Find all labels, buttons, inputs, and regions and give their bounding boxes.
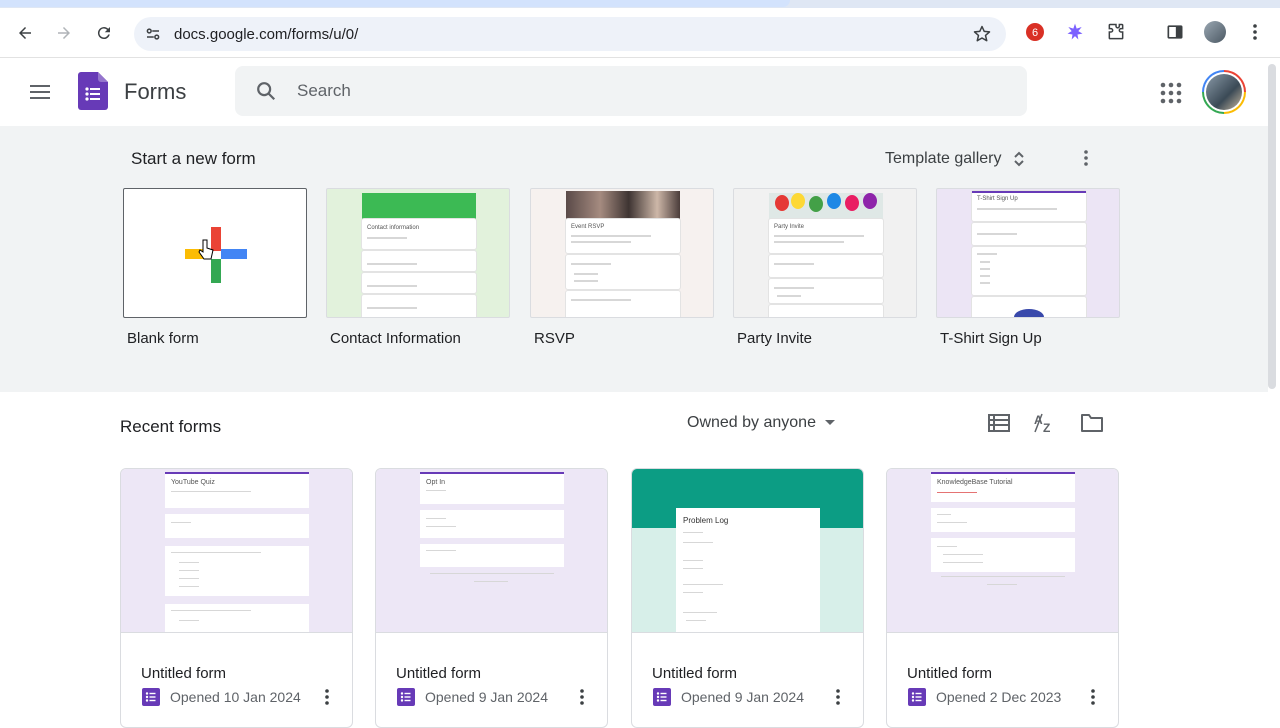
template-tshirt-sign-up[interactable]: T-Shirt Sign Up T-Shirt Sign Up [936, 188, 1120, 347]
browser-toolbar: docs.google.com/forms/u/0/ 6 [0, 8, 1280, 58]
preview-title: YouTube Quiz [171, 479, 215, 486]
form-meta: Opened 9 Jan 2024 [652, 687, 804, 707]
preview-title: Problem Log [683, 516, 729, 525]
template-label: Party Invite [737, 330, 813, 347]
owner-filter-dropdown[interactable]: Owned by anyone [687, 411, 836, 435]
template-gallery-label: Template gallery [885, 150, 1002, 167]
forms-file-icon [908, 688, 926, 706]
preview-title: T-Shirt Sign Up [977, 196, 1018, 202]
extension-badge-count: 6 [1032, 27, 1038, 39]
colorful-plus-icon [185, 227, 247, 283]
template-rsvp[interactable]: Event RSVP RSVP [530, 188, 714, 347]
form-more-icon[interactable] [826, 685, 850, 709]
back-icon[interactable] [11, 19, 39, 47]
form-more-icon[interactable] [1081, 685, 1105, 709]
forms-file-icon [653, 688, 671, 706]
recent-form-card[interactable]: Opt In Untitled form Opened 9 Jan 2024 [375, 468, 608, 728]
list-view-icon[interactable] [986, 410, 1012, 436]
dropdown-arrow-icon [824, 420, 835, 425]
extension-badge-icon[interactable]: 6 [1023, 20, 1047, 44]
blank-form-thumbnail[interactable] [123, 188, 307, 318]
main-menu-icon[interactable] [26, 80, 54, 104]
site-info-icon[interactable] [144, 25, 162, 48]
preview-title: Contact information [367, 225, 420, 231]
side-panel-icon[interactable] [1163, 20, 1187, 44]
form-thumbnail[interactable]: Opt In [376, 469, 607, 633]
rsvp-thumbnail[interactable]: Event RSVP [530, 188, 714, 318]
forward-icon[interactable] [50, 19, 78, 47]
folder-icon[interactable] [1079, 410, 1105, 436]
url-text: docs.google.com/forms/u/0/ [174, 26, 359, 43]
opened-date: Opened 9 Jan 2024 [425, 689, 548, 705]
start-new-form-heading: Start a new form [131, 149, 256, 168]
recent-form-card[interactable]: Problem Log Untitled form Opened 9 Jan 2… [631, 468, 864, 728]
form-name[interactable]: Untitled form [396, 665, 481, 682]
opened-date: Opened 9 Jan 2024 [681, 689, 804, 705]
template-section: Start a new form Template gallery Blank … [0, 126, 1268, 392]
form-thumbnail[interactable]: Problem Log [632, 469, 863, 633]
template-contact-information[interactable]: Contact information Contact Information [326, 188, 510, 347]
google-apps-icon[interactable] [1160, 82, 1182, 104]
form-more-icon[interactable] [570, 685, 594, 709]
search-icon[interactable] [255, 80, 277, 107]
tshirt-thumbnail[interactable]: T-Shirt Sign Up [936, 188, 1120, 318]
preview-title: Party Invite [774, 224, 805, 230]
template-label: T-Shirt Sign Up [940, 330, 1042, 347]
party-thumbnail[interactable]: Party Invite [733, 188, 917, 318]
form-name[interactable]: Untitled form [141, 665, 226, 682]
form-more-icon[interactable] [315, 685, 339, 709]
bookmark-star-icon[interactable] [972, 24, 992, 49]
svg-text:Z: Z [1043, 421, 1050, 434]
form-meta: Opened 10 Jan 2024 [141, 687, 301, 707]
template-label: Blank form [127, 330, 199, 347]
recent-form-card[interactable]: KnowledgeBase Tutorial Untitled form Ope… [886, 468, 1119, 728]
opened-date: Opened 10 Jan 2024 [170, 689, 301, 705]
form-meta: Opened 9 Jan 2024 [396, 687, 548, 707]
template-more-icon[interactable] [1074, 146, 1098, 170]
form-name[interactable]: Untitled form [907, 665, 992, 682]
preview-title: Opt In [426, 479, 446, 486]
extensions-puzzle-icon[interactable] [1104, 20, 1128, 44]
forms-file-icon [142, 688, 160, 706]
contact-thumbnail[interactable]: Contact information [326, 188, 510, 318]
sort-az-icon[interactable]: AZ [1032, 410, 1058, 436]
browser-menu-icon[interactable] [1243, 20, 1267, 44]
form-meta: Opened 2 Dec 2023 [907, 687, 1061, 707]
owner-filter-label: Owned by anyone [687, 414, 816, 431]
opened-date: Opened 2 Dec 2023 [936, 689, 1062, 705]
extension-sparkle-icon[interactable] [1063, 20, 1087, 44]
preview-title: Event RSVP [571, 224, 605, 230]
form-thumbnail[interactable]: YouTube Quiz [121, 469, 352, 633]
form-name[interactable]: Untitled form [652, 665, 737, 682]
profile-avatar-icon[interactable] [1203, 20, 1227, 44]
mouse-cursor-icon [198, 239, 214, 260]
form-thumbnail[interactable]: KnowledgeBase Tutorial [887, 469, 1118, 633]
app-title[interactable]: Forms [124, 79, 186, 105]
reload-icon[interactable] [90, 19, 118, 47]
template-label: Contact Information [330, 330, 461, 347]
forms-logo-icon[interactable] [78, 72, 108, 110]
template-label: RSVP [534, 330, 575, 347]
recent-forms-heading: Recent forms [120, 417, 222, 436]
search-input[interactable] [297, 79, 897, 103]
preview-title: KnowledgeBase Tutorial [937, 479, 1013, 486]
template-gallery-button[interactable]: Template gallery [885, 146, 1026, 172]
scrollbar-thumb[interactable] [1268, 64, 1276, 389]
template-party-invite[interactable]: Party Invite Party Invite [733, 188, 917, 347]
unfold-icon [1013, 151, 1024, 167]
forms-header: Forms [0, 58, 1268, 126]
forms-file-icon [397, 688, 415, 706]
template-blank[interactable]: Blank form [123, 188, 307, 347]
address-bar[interactable]: docs.google.com/forms/u/0/ [134, 17, 1006, 51]
recent-form-card[interactable]: YouTube Quiz Untitled form Opened 10 Jan… [120, 468, 353, 728]
search-box[interactable] [235, 66, 1027, 116]
active-tab-edge [0, 0, 790, 7]
account-avatar[interactable] [1202, 70, 1246, 114]
